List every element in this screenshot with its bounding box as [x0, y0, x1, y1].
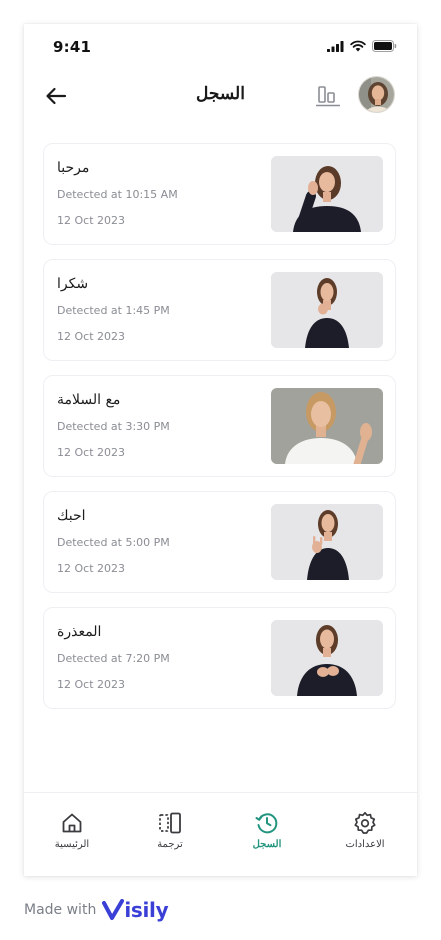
phone-frame: 9:41 السجل مرحبا Detected at 10:15 AM 12… [24, 24, 417, 876]
woman-sorry-sign-image [271, 620, 383, 696]
nav-item-translate[interactable]: ترجمة [130, 811, 210, 857]
avatar[interactable] [358, 76, 395, 113]
user-photo-icon [359, 77, 394, 112]
home-icon [60, 811, 84, 835]
sign-thumbnail [271, 620, 383, 696]
woman-i-love-you-sign-image [271, 504, 383, 580]
history-icon [255, 811, 279, 835]
sign-thumbnail [271, 272, 383, 348]
signal-icon [327, 40, 344, 52]
nav-label: الرئيسية [54, 839, 90, 850]
detected-time: Detected at 7:20 PM [57, 652, 170, 665]
woman-thank-you-sign-image [271, 272, 383, 348]
sign-thumbnail [271, 388, 383, 464]
detected-time: Detected at 3:30 PM [57, 420, 170, 433]
brand-name: isily [124, 898, 169, 922]
history-item[interactable]: شكرا Detected at 1:45 PM 12 Oct 2023 [43, 259, 396, 361]
detected-time: Detected at 1:45 PM [57, 304, 170, 317]
battery-icon [372, 40, 397, 52]
translate-icon [158, 811, 182, 835]
status-time: 9:41 [53, 38, 92, 56]
bar-chart-icon [316, 86, 340, 107]
nav-item-history[interactable]: السجل [227, 811, 307, 857]
nav-item-home[interactable]: الرئيسية [32, 811, 112, 857]
nav-label: ترجمة [157, 839, 183, 850]
sign-thumbnail [271, 504, 383, 580]
detected-word: مع السلامة [57, 392, 121, 408]
brand-logo: isily [102, 898, 169, 922]
history-item[interactable]: احبك Detected at 5:00 PM 12 Oct 2023 [43, 491, 396, 593]
detected-date: 12 Oct 2023 [57, 446, 126, 459]
detected-date: 12 Oct 2023 [57, 562, 126, 575]
history-item[interactable]: مرحبا Detected at 10:15 AM 12 Oct 2023 [43, 143, 396, 245]
made-with-badge[interactable]: Made with isily [24, 896, 169, 924]
woman-smiling-waving-goodbye-image [271, 388, 383, 464]
detected-word: احبك [57, 508, 86, 524]
header: السجل [24, 74, 417, 118]
detected-date: 12 Oct 2023 [57, 330, 126, 343]
history-item[interactable]: مع السلامة Detected at 3:30 PM 12 Oct 20… [43, 375, 396, 477]
detected-word: شكرا [57, 276, 89, 292]
woman-waving-hello-image [271, 156, 383, 232]
nav-item-settings[interactable]: الاعدادات [325, 811, 405, 857]
nav-label: الاعدادات [345, 839, 385, 850]
detected-time: Detected at 5:00 PM [57, 536, 170, 549]
detected-time: Detected at 10:15 AM [57, 188, 178, 201]
detected-word: مرحبا [57, 160, 90, 176]
stats-button[interactable] [314, 83, 342, 109]
wifi-icon [350, 40, 366, 52]
status-icons [327, 40, 397, 52]
made-with-text: Made with [24, 902, 97, 918]
status-bar: 9:41 [24, 24, 417, 68]
settings-icon [353, 811, 377, 835]
bottom-nav: الرئيسية ترجمة السجل الاعدادات [24, 792, 417, 876]
nav-label: السجل [252, 839, 282, 850]
sign-thumbnail [271, 156, 383, 232]
detected-date: 12 Oct 2023 [57, 678, 126, 691]
visily-logo-icon [102, 899, 125, 920]
history-list: مرحبا Detected at 10:15 AM 12 Oct 2023 ش… [43, 143, 396, 723]
history-item[interactable]: المعذرة Detected at 7:20 PM 12 Oct 2023 [43, 607, 396, 709]
detected-date: 12 Oct 2023 [57, 214, 126, 227]
detected-word: المعذرة [57, 624, 102, 640]
